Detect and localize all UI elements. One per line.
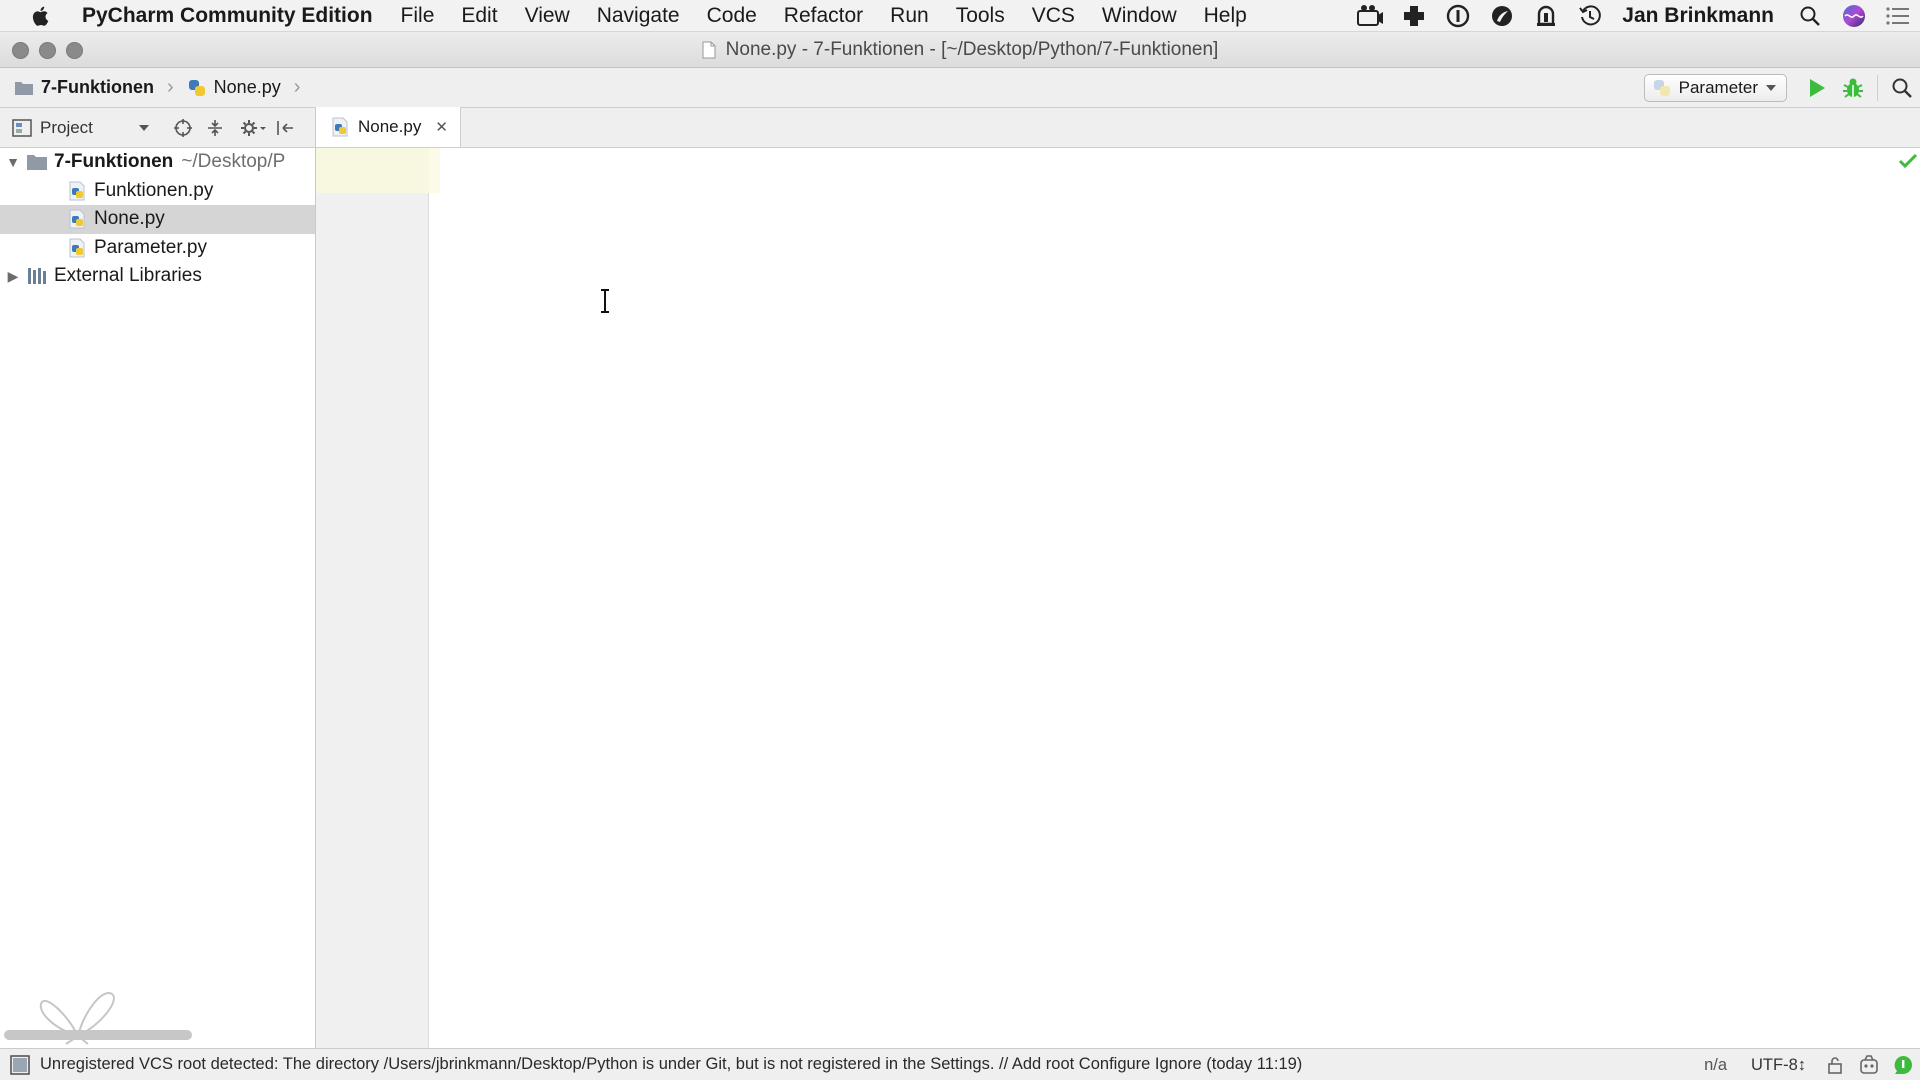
project-view-selector[interactable]: Project	[40, 118, 93, 138]
tree-row-external-libraries[interactable]: ▶ External Libraries	[0, 262, 315, 291]
close-window-button[interactable]	[12, 42, 29, 59]
folder-icon	[24, 153, 50, 171]
caret-position[interactable]: n/a	[1704, 1056, 1727, 1075]
scroll-from-source-icon[interactable]	[167, 118, 199, 138]
apple-logo-icon[interactable]	[0, 5, 82, 27]
hide-panel-icon[interactable]	[269, 118, 301, 138]
bell-app-icon[interactable]	[1524, 0, 1568, 32]
tool-windows-toggle-icon[interactable]	[0, 1054, 40, 1075]
collapse-all-icon[interactable]	[199, 118, 231, 138]
project-tool-window: Project ▼ 7-Funktionen ~/Desktop/P Funkt…	[0, 108, 316, 1048]
python-file-icon	[64, 238, 90, 258]
search-everywhere-icon[interactable]	[1884, 68, 1920, 108]
menu-edit[interactable]: Edit	[461, 4, 497, 28]
inspector-face-icon[interactable]	[1852, 1054, 1886, 1076]
run-configuration-selector[interactable]: Parameter	[1643, 74, 1787, 102]
zoom-window-button[interactable]	[66, 42, 83, 59]
chevron-down-icon	[1766, 84, 1776, 92]
menu-refactor[interactable]: Refactor	[784, 4, 863, 28]
python-file-icon	[187, 78, 207, 98]
breadcrumb: 7-Funktionen › None.py ›	[0, 76, 300, 99]
minimize-window-button[interactable]	[39, 42, 56, 59]
text-cursor-icon	[598, 288, 612, 314]
project-root-name: 7-Funktionen	[54, 151, 174, 173]
python-run-config-icon	[1653, 79, 1671, 97]
menu-help[interactable]: Help	[1204, 4, 1247, 28]
chevron-down-icon[interactable]	[138, 124, 149, 132]
window-title: None.py - 7-Funktionen - [~/Desktop/Pyth…	[725, 38, 1219, 60]
tree-row-file-selected[interactable]: None.py	[0, 205, 315, 234]
tree-row-file[interactable]: Parameter.py	[0, 234, 315, 263]
time-machine-icon[interactable]	[1568, 0, 1612, 32]
python-file-icon	[64, 209, 90, 229]
status-bar: Unregistered VCS root detected: The dire…	[0, 1048, 1920, 1080]
window-title-bar: None.py - 7-Funktionen - [~/Desktop/Pyth…	[0, 32, 1920, 68]
event-log-icon[interactable]	[1886, 1054, 1920, 1076]
menu-bar-status-area: Jan Brinkmann	[1348, 0, 1920, 32]
expand-arrow-icon[interactable]: ▼	[2, 154, 24, 170]
python-file-icon	[64, 181, 90, 201]
project-toolbar: Project	[0, 108, 315, 148]
tree-row-project-root[interactable]: ▼ 7-Funktionen ~/Desktop/P	[0, 148, 315, 177]
gutter-line-highlight	[316, 148, 429, 193]
lock-icon[interactable]	[1818, 1056, 1852, 1074]
plus-cross-icon[interactable]	[1392, 0, 1436, 32]
expand-arrow-icon[interactable]: ▶	[2, 268, 24, 285]
menu-run[interactable]: Run	[890, 4, 929, 28]
app-name-menu[interactable]: PyCharm Community Edition	[82, 4, 373, 28]
toolbar-separator	[1877, 75, 1878, 101]
project-view-icon	[12, 118, 32, 137]
project-root-path: ~/Desktop/P	[181, 151, 286, 173]
menu-navigate[interactable]: Navigate	[597, 4, 680, 28]
menu-view[interactable]: View	[525, 4, 570, 28]
code-editor[interactable]	[316, 148, 1920, 1048]
leaf-app-icon[interactable]	[1480, 0, 1524, 32]
vcs-notification-message[interactable]: Unregistered VCS root detected: The dire…	[40, 1055, 1302, 1074]
breadcrumb-file[interactable]: None.py	[214, 77, 281, 98]
screen-recorder-icon[interactable]	[1348, 0, 1392, 32]
notification-center-icon[interactable]	[1876, 0, 1920, 32]
editor-tab-label: None.py	[358, 117, 422, 136]
file-name: Funktionen.py	[94, 179, 214, 201]
file-name: None.py	[94, 208, 165, 230]
debug-bug-icon[interactable]	[1835, 68, 1871, 108]
gear-icon[interactable]	[237, 118, 269, 138]
siri-icon[interactable]	[1832, 0, 1876, 32]
spotlight-search-icon[interactable]	[1788, 0, 1832, 32]
chevron-right-icon: ›	[167, 76, 174, 98]
folder-icon	[14, 80, 34, 96]
tree-row-file[interactable]: Funktionen.py	[0, 177, 315, 206]
menu-window[interactable]: Window	[1102, 4, 1177, 28]
run-configuration-label: Parameter	[1678, 78, 1758, 97]
navigation-bar: 7-Funktionen › None.py › Parameter	[0, 68, 1920, 108]
menu-code[interactable]: Code	[707, 4, 757, 28]
checkmark-icon[interactable]	[1898, 152, 1918, 170]
window-controls	[12, 42, 83, 59]
editor-tab-active[interactable]: None.py ✕	[316, 107, 461, 147]
chevron-right-icon: ›	[293, 76, 301, 98]
document-icon	[702, 41, 716, 59]
python-file-icon	[330, 117, 350, 137]
menu-tools[interactable]: Tools	[956, 4, 1005, 28]
editor-gutter[interactable]	[316, 148, 429, 1048]
menu-file[interactable]: File	[401, 4, 435, 28]
user-name[interactable]: Jan Brinkmann	[1622, 4, 1774, 28]
close-tab-icon[interactable]: ✕	[435, 118, 448, 136]
run-button[interactable]	[1799, 68, 1835, 108]
breadcrumb-project[interactable]: 7-Funktionen	[41, 77, 154, 98]
password-manager-icon[interactable]	[1436, 0, 1480, 32]
file-encoding[interactable]: UTF-8↕	[1751, 1056, 1806, 1075]
horizontal-scrollbar[interactable]	[4, 1030, 192, 1040]
editor-tab-bar: None.py ✕	[316, 107, 1920, 148]
macos-menu-bar: PyCharm Community Edition File Edit View…	[0, 0, 1920, 32]
project-tree: ▼ 7-Funktionen ~/Desktop/P Funktionen.py…	[0, 148, 315, 291]
library-icon	[24, 266, 50, 286]
external-libraries-label: External Libraries	[54, 265, 202, 287]
file-name: Parameter.py	[94, 236, 207, 258]
menu-vcs[interactable]: VCS	[1032, 4, 1075, 28]
